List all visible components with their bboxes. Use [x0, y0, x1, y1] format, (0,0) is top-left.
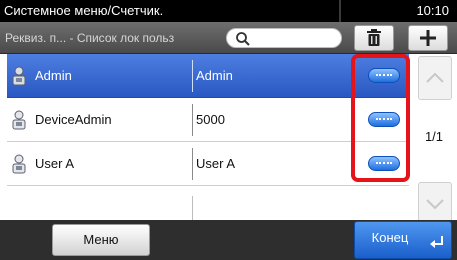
user-login: User A [196, 156, 236, 171]
user-row-user-a[interactable]: User A User A [7, 142, 409, 186]
end-button-label: Конец [371, 230, 409, 245]
breadcrumb: Реквиз. п... - Список лок польз [5, 31, 175, 45]
page-indicator: 1/1 [424, 129, 444, 144]
user-login: 5000 [196, 112, 225, 127]
add-user-button[interactable] [408, 25, 448, 51]
title-bar: Системное меню/Счетчик. 10:10 [0, 0, 457, 22]
user-row-admin[interactable]: Admin Admin [7, 54, 409, 98]
screen-title: Системное меню/Счетчик. [4, 3, 164, 18]
menu-button[interactable]: Меню [52, 224, 150, 256]
user-icon [12, 110, 26, 135]
user-login: Admin [196, 68, 233, 83]
search-field[interactable] [226, 28, 342, 48]
clock: 10:10 [416, 3, 449, 18]
column-divider [192, 104, 193, 136]
user-name: User A [35, 156, 75, 171]
user-row-deviceadmin[interactable]: DeviceAdmin 5000 [7, 98, 409, 142]
user-list: Admin Admin DeviceAdmin 5000 User A User… [7, 54, 409, 231]
column-divider [192, 148, 193, 180]
footer-bar: Меню Конец [0, 220, 457, 260]
user-name: DeviceAdmin [35, 112, 112, 127]
user-icon [12, 66, 26, 91]
sub-header: Реквиз. п... - Список лок польз [0, 22, 457, 54]
user-icon [12, 154, 26, 179]
enter-icon [429, 235, 445, 254]
column-divider [192, 60, 193, 92]
user-name: Admin [35, 68, 72, 83]
title-divider [339, 0, 341, 22]
scroll-column: 1/1 [411, 56, 457, 230]
delete-button[interactable] [354, 25, 394, 51]
detail-buttons-highlight [351, 54, 410, 182]
end-button[interactable]: Конец [354, 221, 452, 259]
scroll-up-button[interactable] [418, 56, 452, 100]
screen: Системное меню/Счетчик. 10:10 Реквиз. п.… [0, 0, 457, 260]
